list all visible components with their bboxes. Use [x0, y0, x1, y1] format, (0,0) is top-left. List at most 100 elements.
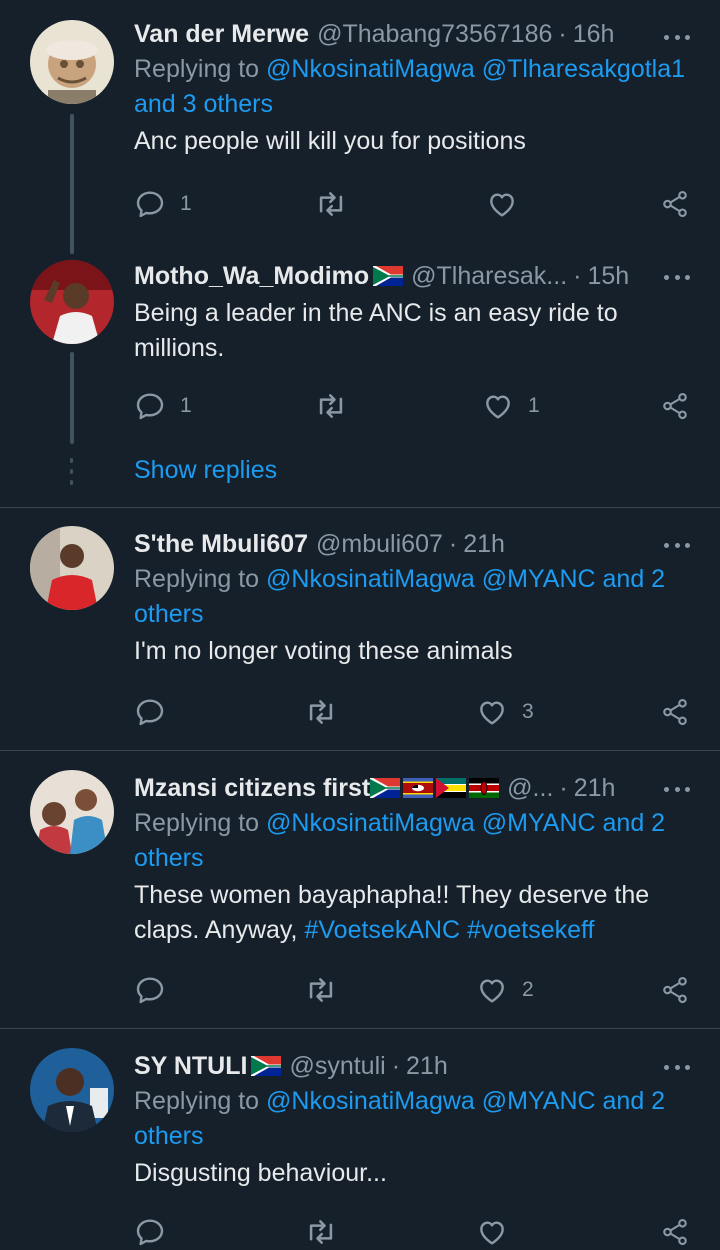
retweet-icon: [314, 389, 348, 423]
share-icon: [660, 697, 690, 727]
timestamp[interactable]: 15h: [587, 258, 629, 294]
retweet-button[interactable]: [304, 694, 338, 730]
reply-icon: [134, 696, 166, 728]
reply-button[interactable]: 1: [134, 388, 192, 424]
thread-connector: [70, 114, 74, 254]
share-button[interactable]: [660, 186, 690, 222]
author-name[interactable]: Mzansi citizens first: [134, 770, 370, 806]
reply-button[interactable]: [134, 1214, 166, 1250]
retweet-button[interactable]: [304, 1214, 338, 1250]
like-count: 1: [528, 394, 540, 417]
south-africa-flag-icon: [370, 778, 400, 798]
like-count: 2: [522, 978, 534, 1001]
more-icon[interactable]: [664, 262, 690, 292]
retweet-button[interactable]: [304, 972, 338, 1008]
share-icon: [660, 189, 690, 219]
tweet-text-line-2: claps. Anyway, #VoetsekANC #voetsekeff: [134, 913, 700, 948]
timestamp[interactable]: 16h: [573, 16, 615, 52]
author-name[interactable]: Van der Merwe: [134, 16, 309, 52]
avatar[interactable]: [30, 20, 114, 104]
share-button[interactable]: [660, 1214, 690, 1250]
replying-to-mentions[interactable]: @NkosinatiMagwa @MYANC and 2: [266, 1087, 665, 1115]
like-icon: [486, 188, 518, 220]
retweet-icon: [304, 1215, 338, 1249]
hashtag-link[interactable]: #voetsekeff: [467, 916, 594, 944]
tweet-text: I'm no longer voting these animals: [134, 637, 513, 665]
timestamp[interactable]: 21h: [463, 526, 505, 562]
like-button[interactable]: [486, 186, 518, 222]
reply-icon: [134, 188, 166, 220]
retweet-button[interactable]: [314, 186, 348, 222]
reply-icon: [134, 1216, 166, 1248]
more-icon[interactable]: [664, 22, 690, 52]
reply-count: 1: [180, 192, 192, 215]
author-handle[interactable]: @Tlharesak...: [411, 258, 567, 294]
author-name[interactable]: SY NTULI: [134, 1048, 247, 1084]
reply-button[interactable]: [134, 694, 166, 730]
replying-to-mentions[interactable]: @NkosinatiMagwa @MYANC and 2: [266, 809, 665, 837]
replying-to: Replying to @NkosinatiMagwa @MYANC and 2: [134, 562, 700, 597]
retweet-button[interactable]: [314, 388, 348, 424]
share-button[interactable]: [660, 388, 690, 424]
author-name[interactable]: S'the Mbuli607: [134, 526, 308, 562]
south-africa-flag-icon: [373, 266, 403, 286]
like-icon: [476, 1216, 508, 1248]
like-icon: [476, 974, 508, 1006]
share-button[interactable]: [660, 972, 690, 1008]
timestamp[interactable]: 21h: [406, 1048, 448, 1084]
divider: [0, 507, 720, 508]
replying-to-others[interactable]: and 3 others: [134, 90, 273, 118]
replying-to-label: Replying to: [134, 55, 260, 83]
like-button[interactable]: 3: [476, 694, 534, 730]
retweet-icon: [304, 695, 338, 729]
tweet-text-line-1: Being a leader in the ANC is an easy rid…: [134, 299, 618, 327]
separator: ·: [559, 774, 568, 802]
retweet-icon: [304, 973, 338, 1007]
hashtag-link[interactable]: #VoetsekANC: [304, 916, 460, 944]
tweet-text-line-2: millions.: [134, 334, 225, 362]
more-icon[interactable]: [664, 774, 690, 804]
replying-to-others[interactable]: others: [134, 1122, 203, 1150]
share-icon: [660, 391, 690, 421]
avatar[interactable]: [30, 770, 114, 854]
more-icon[interactable]: [664, 1052, 690, 1082]
replying-to-others[interactable]: others: [134, 844, 203, 872]
replying-to-mentions[interactable]: @NkosinatiMagwa @MYANC and 2: [266, 565, 665, 593]
like-button[interactable]: 2: [476, 972, 534, 1008]
retweet-icon: [314, 187, 348, 221]
timestamp[interactable]: 21h: [574, 770, 616, 806]
like-button[interactable]: [476, 1214, 508, 1250]
separator: ·: [448, 530, 458, 558]
reply-count: 1: [180, 394, 192, 417]
author-handle[interactable]: @mbuli607: [316, 526, 443, 562]
tweet-text: Anc people will kill you for positions: [134, 127, 526, 155]
replying-to: Replying to @NkosinatiMagwa @Tlharesakgo…: [134, 52, 700, 87]
author-name[interactable]: Motho_Wa_Modimo: [134, 258, 369, 294]
mozambique-flag-icon: [436, 778, 466, 798]
replying-to-mentions[interactable]: @NkosinatiMagwa @Tlharesakgotla1: [266, 55, 685, 83]
tweet-text: Disgusting behaviour...: [134, 1159, 387, 1187]
more-icon[interactable]: [664, 530, 690, 560]
replying-to-others[interactable]: others: [134, 600, 203, 628]
like-button[interactable]: 1: [482, 388, 540, 424]
avatar[interactable]: [30, 260, 114, 344]
replying-to-label: Replying to: [134, 565, 260, 593]
author-handle[interactable]: @...: [507, 770, 553, 806]
show-replies-link[interactable]: Show replies: [134, 456, 277, 485]
author-handle[interactable]: @syntuli: [289, 1048, 385, 1084]
avatar[interactable]: [30, 1048, 114, 1132]
replying-to-label: Replying to: [134, 809, 260, 837]
share-button[interactable]: [660, 694, 690, 730]
thread-continuation-dots: [70, 458, 74, 491]
separator: ·: [573, 262, 582, 290]
replying-to: Replying to @NkosinatiMagwa @MYANC and 2: [134, 806, 700, 841]
author-handle[interactable]: @Thabang73567186: [317, 16, 552, 52]
reply-button[interactable]: 1: [134, 186, 192, 222]
avatar[interactable]: [30, 526, 114, 610]
reply-button[interactable]: [134, 972, 166, 1008]
tweet-text-prefix: claps. Anyway,: [134, 916, 298, 944]
like-icon: [476, 696, 508, 728]
divider: [0, 750, 720, 751]
replying-to: Replying to @NkosinatiMagwa @MYANC and 2: [134, 1084, 700, 1119]
like-count: 3: [522, 700, 534, 723]
